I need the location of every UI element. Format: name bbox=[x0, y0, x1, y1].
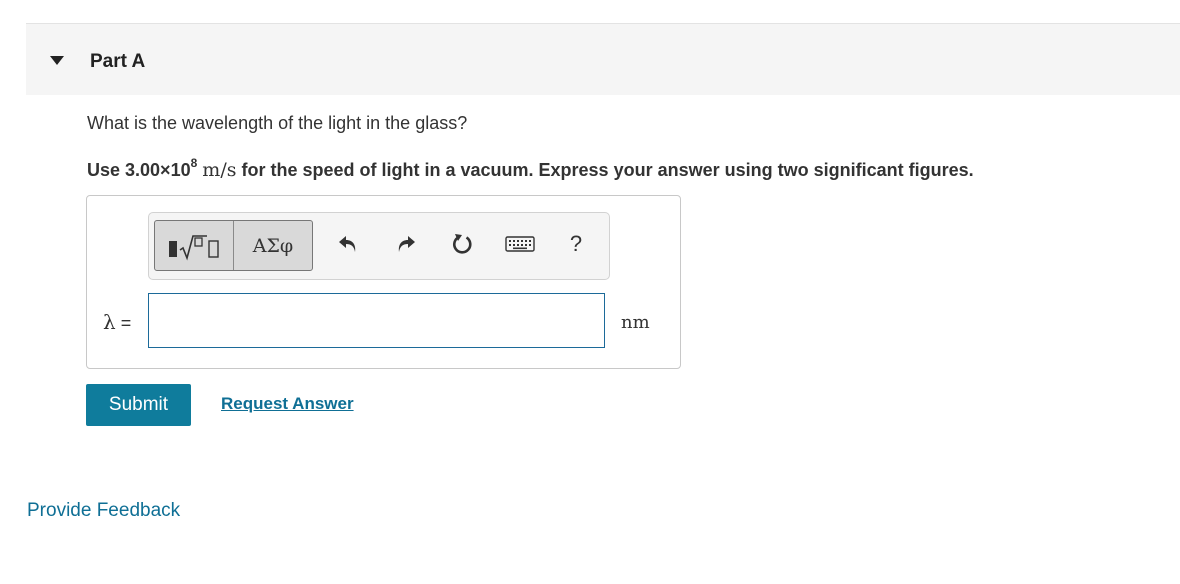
request-answer-link[interactable]: Request Answer bbox=[221, 394, 354, 414]
reset-icon bbox=[452, 234, 472, 254]
help-icon[interactable]: ? bbox=[566, 230, 586, 258]
undo-button[interactable] bbox=[334, 230, 362, 258]
templates-button[interactable] bbox=[155, 221, 234, 270]
variable-symbol: λ bbox=[103, 310, 116, 334]
instructions-exponent: 8 bbox=[190, 156, 198, 170]
variable-equals: = bbox=[120, 313, 132, 333]
reset-button[interactable] bbox=[449, 230, 477, 258]
keyboard-icon bbox=[505, 236, 535, 252]
instructions-suffix: for the speed of light in a vacuum. Expr… bbox=[241, 160, 974, 180]
instructions-unit: m/s bbox=[202, 159, 237, 181]
part-header[interactable] bbox=[26, 24, 1180, 95]
unit-label: nm bbox=[621, 312, 650, 333]
redo-button[interactable] bbox=[392, 230, 420, 258]
page: Part A What is the wavelength of the lig… bbox=[0, 0, 1180, 584]
part-title: Part A bbox=[90, 51, 146, 72]
question-text: What is the wavelength of the light in t… bbox=[87, 113, 468, 133]
redo-icon bbox=[398, 236, 415, 252]
toolbar-template-group: ΑΣφ bbox=[154, 220, 313, 271]
variable-label: λ = bbox=[103, 309, 131, 336]
keyboard-button[interactable] bbox=[505, 230, 535, 258]
provide-feedback-link[interactable]: Provide Feedback bbox=[27, 500, 180, 522]
templates-icon bbox=[169, 234, 219, 261]
undo-icon bbox=[339, 236, 356, 252]
answer-input[interactable] bbox=[148, 293, 605, 348]
greek-symbols-button[interactable]: ΑΣφ bbox=[234, 221, 312, 270]
instructions-prefix: Use 3.00×10 bbox=[87, 160, 191, 180]
caret-down-icon[interactable] bbox=[50, 56, 64, 65]
instructions-text: Use 3.00×108 m/s for the speed of light … bbox=[87, 152, 974, 183]
submit-button[interactable]: Submit bbox=[86, 384, 191, 426]
